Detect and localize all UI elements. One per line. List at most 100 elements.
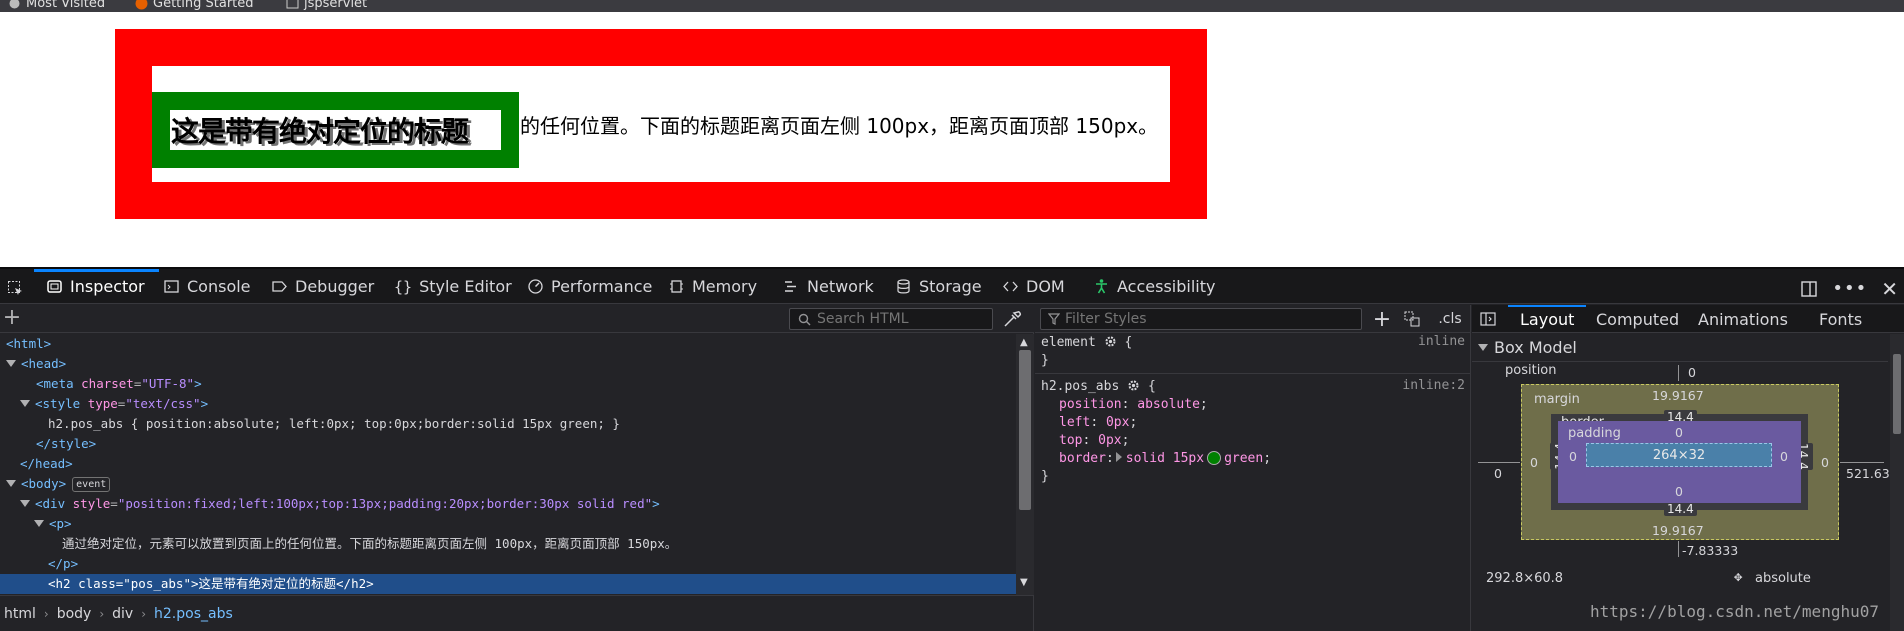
- margin-top[interactable]: 19.9167: [1652, 388, 1704, 403]
- expand-twisty[interactable]: [34, 520, 44, 527]
- markup-line-style-text[interactable]: h2.pos_abs { position:absolute; left:0px…: [0, 414, 1016, 434]
- scroll-down-icon[interactable]: ▼: [1020, 577, 1028, 588]
- prop-value[interactable]: 0px: [1098, 433, 1121, 448]
- tab-memory[interactable]: Memory: [668, 269, 757, 304]
- rule-source-inline-2[interactable]: inline:2: [1402, 378, 1465, 393]
- markup-line-p-text[interactable]: 通过绝对定位，元素可以放置到页面上的任何位置。下面的标题距离页面左侧 100px…: [0, 534, 1016, 554]
- markup-line-html[interactable]: <html>: [0, 334, 1016, 354]
- rule-open-brace: {: [1147, 379, 1156, 394]
- tab-dom[interactable]: DOM: [1002, 269, 1065, 304]
- markup-line-style[interactable]: <style type="text/css">: [0, 394, 1016, 414]
- margin-bottom[interactable]: 19.9167: [1652, 523, 1704, 538]
- breadcrumb-body[interactable]: body: [57, 606, 92, 622]
- markup-line-body[interactable]: <body> event: [0, 474, 1016, 494]
- sidebar-tab-layout[interactable]: Layout: [1507, 305, 1587, 333]
- box-model-content[interactable]: 264×32: [1586, 443, 1772, 467]
- prop-value-color[interactable]: green: [1224, 451, 1263, 466]
- tab-performance[interactable]: Performance: [527, 269, 652, 304]
- eyedropper-button[interactable]: [1001, 308, 1023, 330]
- add-node-button[interactable]: +: [2, 307, 22, 329]
- declaration-position[interactable]: position: absolute;: [1059, 396, 1208, 414]
- sidebar-tab-computed[interactable]: Computed: [1596, 305, 1679, 333]
- tab-style-editor[interactable]: {} Style Editor: [394, 269, 512, 304]
- markup-line-head-close[interactable]: </head>: [0, 454, 1016, 474]
- element-picker-button[interactable]: [0, 271, 30, 306]
- prop-name[interactable]: position: [1059, 397, 1122, 412]
- sidebar-tab-fonts[interactable]: Fonts: [1819, 305, 1862, 333]
- gear-icon[interactable]: [1104, 335, 1117, 348]
- markup-line-p[interactable]: <p>: [0, 514, 1016, 534]
- position-bottom[interactable]: -7.83333: [1682, 543, 1738, 558]
- position-top[interactable]: 0: [1688, 365, 1696, 380]
- close-icon[interactable]: ✕: [1881, 277, 1898, 301]
- breadcrumb-h2[interactable]: h2.pos_abs: [154, 606, 233, 622]
- prop-name[interactable]: border: [1059, 451, 1106, 466]
- add-rule-button[interactable]: +: [1371, 307, 1393, 332]
- tab-accessibility[interactable]: Accessibility: [1093, 269, 1215, 304]
- scrollbar-thumb[interactable]: [1019, 350, 1031, 510]
- dock-icon[interactable]: [1800, 280, 1818, 298]
- tab-console[interactable]: Console: [163, 269, 251, 304]
- padding-right[interactable]: 0: [1780, 449, 1788, 464]
- breadcrumb-div[interactable]: div: [112, 606, 133, 622]
- sidebar-scrollbar[interactable]: [1890, 334, 1904, 631]
- toggle-pseudo-button[interactable]: [1401, 308, 1423, 330]
- bookmark-getting-started[interactable]: Getting Started: [135, 0, 254, 11]
- padding-top[interactable]: 0: [1675, 425, 1683, 440]
- position-left[interactable]: 0: [1494, 466, 1502, 481]
- filter-styles-input[interactable]: [1065, 311, 1345, 327]
- geometry-editor-icon[interactable]: ✥: [1734, 569, 1742, 585]
- expand-twisty[interactable]: [6, 480, 16, 487]
- markup-line-meta[interactable]: <meta charset="UTF-8">: [0, 374, 1016, 394]
- expand-twisty[interactable]: [20, 400, 30, 407]
- position-right[interactable]: 521.63: [1846, 466, 1890, 481]
- rule-source-inline[interactable]: inline: [1418, 334, 1465, 349]
- margin-right[interactable]: 0: [1821, 455, 1829, 470]
- prop-value[interactable]: solid 15px: [1126, 451, 1204, 466]
- search-html-input[interactable]: [817, 311, 977, 327]
- bookmark-jspservlet[interactable]: jspservlet: [286, 0, 367, 11]
- prop-name[interactable]: left: [1059, 415, 1090, 430]
- more-options-icon[interactable]: •••: [1832, 278, 1867, 299]
- markup-line-p-close[interactable]: </p>: [0, 554, 1016, 574]
- markup-line-h2-selected[interactable]: <h2 class="pos_abs">这是带有绝对定位的标题</h2>: [0, 574, 1016, 594]
- scroll-up-icon[interactable]: ▲: [1020, 337, 1028, 348]
- padding-bottom[interactable]: 0: [1675, 484, 1683, 499]
- prop-name[interactable]: top: [1059, 433, 1082, 448]
- gear-icon[interactable]: [1127, 379, 1140, 392]
- tab-network[interactable]: Network: [783, 269, 874, 304]
- semicolon: ;: [1129, 415, 1138, 430]
- expand-twisty[interactable]: [1478, 344, 1488, 351]
- tab-inspector[interactable]: Inspector: [34, 269, 159, 304]
- markup-line-style-close[interactable]: </style>: [0, 434, 1016, 454]
- rule-selector[interactable]: h2.pos_abs: [1041, 379, 1119, 394]
- rule-selector[interactable]: element: [1041, 335, 1096, 350]
- bookmark-most-visited[interactable]: Most Visited: [8, 0, 105, 11]
- expand-twisty[interactable]: [6, 360, 16, 367]
- markup-line-head[interactable]: <head>: [0, 354, 1016, 374]
- tab-storage[interactable]: Storage: [895, 269, 982, 304]
- markup-scrollbar[interactable]: ▲ ▼: [1016, 334, 1034, 595]
- tab-debugger[interactable]: Debugger: [271, 269, 374, 304]
- expand-shorthand-icon[interactable]: [1115, 452, 1122, 462]
- border-bottom[interactable]: 14.4: [1664, 502, 1697, 516]
- scrollbar-thumb[interactable]: [1893, 354, 1901, 434]
- declaration-top[interactable]: top: 0px;: [1059, 432, 1129, 450]
- breadcrumb-html[interactable]: html: [4, 606, 36, 622]
- declaration-left[interactable]: left: 0px;: [1059, 414, 1137, 432]
- declaration-border[interactable]: border: solid 15px green;: [1059, 450, 1271, 468]
- color-swatch[interactable]: [1207, 451, 1222, 465]
- padding-left[interactable]: 0: [1569, 449, 1577, 464]
- search-html-box[interactable]: [789, 308, 993, 330]
- prop-value[interactable]: 0px: [1106, 415, 1129, 430]
- markup-line-div[interactable]: <div style="position:fixed;left:100px;to…: [0, 494, 1016, 514]
- event-badge[interactable]: event: [72, 477, 111, 492]
- sidebar-tab-animations[interactable]: Animations: [1698, 305, 1788, 333]
- cls-button[interactable]: .cls: [1435, 308, 1465, 330]
- prop-value[interactable]: absolute: [1137, 397, 1200, 412]
- margin-left[interactable]: 0: [1530, 455, 1538, 470]
- toggle-sidebar-icon[interactable]: [1480, 311, 1496, 327]
- expand-twisty[interactable]: [20, 500, 30, 507]
- filter-styles-box[interactable]: [1040, 308, 1362, 330]
- box-model-header[interactable]: Box Model: [1472, 334, 1888, 362]
